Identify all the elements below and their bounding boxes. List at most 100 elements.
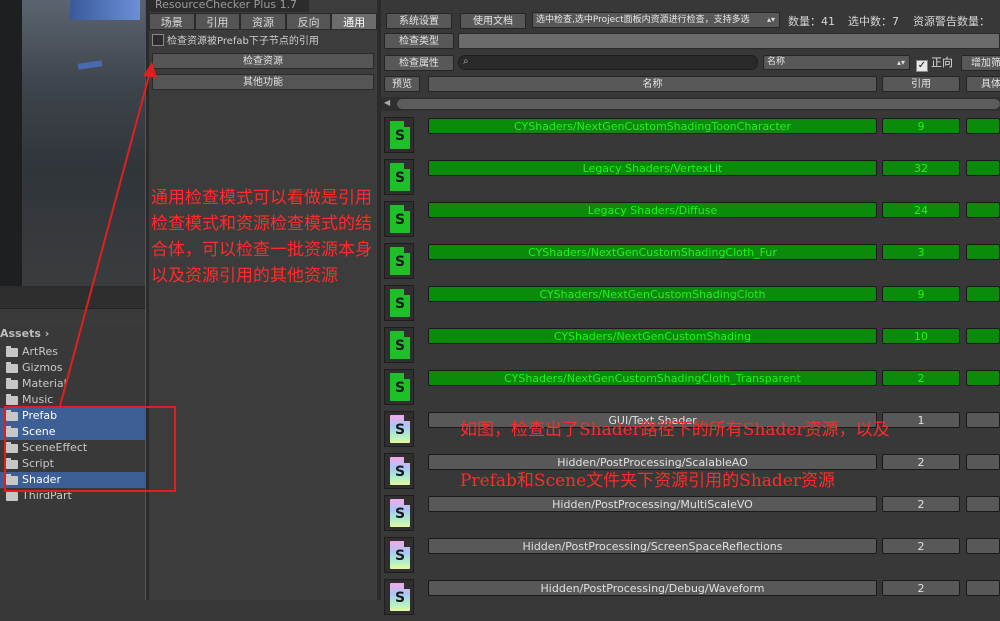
selected-count: 选中数：7 xyxy=(848,15,899,28)
reference-count-cell[interactable]: 1 xyxy=(882,412,960,428)
reference-count-cell[interactable]: 9 xyxy=(882,118,960,134)
detail-cell[interactable] xyxy=(966,202,1000,218)
shader-preview[interactable] xyxy=(384,369,414,405)
shader-preview[interactable] xyxy=(384,537,414,573)
sort-field-select[interactable]: 名称 ▴▾ xyxy=(763,55,910,70)
detail-cell[interactable] xyxy=(966,244,1000,260)
annotation-right-note-line2: Prefab和Scene文件夹下资源引用的Shader资源 xyxy=(460,471,835,491)
result-row[interactable]: Hidden/PostProcessing/ScreenSpaceReflect… xyxy=(381,537,1000,579)
check-type-button[interactable]: 检查类型 xyxy=(384,33,454,49)
horizontal-scrollbar[interactable] xyxy=(381,97,1000,111)
shader-name-cell[interactable]: CYShaders/NextGenCustomShadingCloth xyxy=(428,286,877,302)
column-header-name[interactable]: 名称 xyxy=(428,76,877,92)
window-title-tab[interactable]: ResourceChecker Plus 1.7 xyxy=(149,0,309,12)
result-row[interactable]: Hidden/PostProcessing/Debug/Waveform 2 xyxy=(381,579,1000,621)
result-row[interactable]: Hidden/PostProcessing/MultiScaleVO 2 xyxy=(381,495,1000,537)
scroll-left-arrow-icon[interactable]: ◀ xyxy=(384,98,390,107)
result-row[interactable]: CYShaders/NextGenCustomShadingToonCharac… xyxy=(381,117,1000,159)
result-row[interactable]: CYShaders/NextGenCustomShadingCloth 9 xyxy=(381,285,1000,327)
shader-preview[interactable] xyxy=(384,117,414,153)
mode-tab[interactable]: 资源 xyxy=(240,13,286,30)
shader-preview[interactable] xyxy=(384,327,414,363)
scene-view[interactable] xyxy=(0,0,145,288)
reference-count-cell[interactable]: 32 xyxy=(882,160,960,176)
shader-name-cell[interactable]: Hidden/PostProcessing/MultiScaleVO xyxy=(428,496,877,512)
reference-count-cell[interactable]: 24 xyxy=(882,202,960,218)
result-row[interactable]: Legacy Shaders/Diffuse 24 xyxy=(381,201,1000,243)
detail-cell[interactable] xyxy=(966,412,1000,428)
shader-preview[interactable] xyxy=(384,285,414,321)
shader-preview[interactable] xyxy=(384,579,414,615)
shader-name-cell[interactable]: CYShaders/NextGenCustomShadingToonCharac… xyxy=(428,118,877,134)
shader-name-cell[interactable]: CYShaders/NextGenCustomShadingCloth_Fur xyxy=(428,244,877,260)
checkbox-box[interactable] xyxy=(916,60,928,72)
folder-item[interactable]: Gizmos xyxy=(0,360,145,376)
reference-count-cell[interactable]: 3 xyxy=(882,244,960,260)
detail-cell[interactable] xyxy=(966,370,1000,386)
assets-breadcrumb[interactable]: Assets › xyxy=(0,326,49,342)
shader-name-cell[interactable]: Hidden/PostProcessing/Debug/Waveform xyxy=(428,580,877,596)
other-functions-button[interactable]: 其他功能 xyxy=(152,74,374,90)
column-header-extra[interactable]: 具体 xyxy=(966,76,1000,92)
reference-count-cell[interactable]: 2 xyxy=(882,496,960,512)
shader-name-cell[interactable]: Legacy Shaders/Diffuse xyxy=(428,202,877,218)
mode-tab[interactable]: 引用 xyxy=(194,13,241,30)
column-header-reference[interactable]: 引用 xyxy=(882,76,960,92)
scene-light-object xyxy=(70,0,140,20)
result-row[interactable]: CYShaders/NextGenCustomShadingCloth_Tran… xyxy=(381,369,1000,411)
detail-cell[interactable] xyxy=(966,580,1000,596)
result-row[interactable]: CYShaders/NextGenCustomShading 10 xyxy=(381,327,1000,369)
mode-tab[interactable]: 反向 xyxy=(285,13,332,30)
reference-count-cell[interactable]: 2 xyxy=(882,538,960,554)
shader-preview[interactable] xyxy=(384,201,414,237)
check-property-button[interactable]: 检查属性 xyxy=(384,55,454,71)
shader-preview[interactable] xyxy=(384,243,414,279)
mode-tab[interactable]: 通用 xyxy=(331,13,377,30)
detail-cell[interactable] xyxy=(966,328,1000,344)
detail-cell[interactable] xyxy=(966,496,1000,512)
check-type-bar[interactable] xyxy=(458,33,1000,49)
system-settings-button[interactable]: 系统设置 xyxy=(386,13,452,29)
result-row[interactable]: Legacy Shaders/VertexLit 32 xyxy=(381,159,1000,201)
shader-file-icon xyxy=(390,163,410,191)
warning-count: 资源警告数量： xyxy=(913,15,990,28)
shader-preview[interactable] xyxy=(384,495,414,531)
shader-name-cell[interactable]: Hidden/PostProcessing/ScreenSpaceReflect… xyxy=(428,538,877,554)
shader-preview[interactable] xyxy=(384,411,414,447)
detail-cell[interactable] xyxy=(966,454,1000,470)
shader-name-cell[interactable]: Hidden/PostProcessing/ScalableAO xyxy=(428,454,877,470)
checkbox-box[interactable] xyxy=(152,34,164,46)
detail-cell[interactable] xyxy=(966,538,1000,554)
folder-icon xyxy=(6,346,18,357)
checkbox-label: 检查资源被Prefab下子节点的引用 xyxy=(167,36,319,47)
shader-name-cell[interactable]: Legacy Shaders/VertexLit xyxy=(428,160,877,176)
shader-name-cell[interactable]: CYShaders/NextGenCustomShadingCloth_Tran… xyxy=(428,370,877,386)
detail-cell[interactable] xyxy=(966,286,1000,302)
check-resources-button[interactable]: 检查资源 xyxy=(152,53,374,69)
reference-count-cell[interactable]: 2 xyxy=(882,580,960,596)
reference-count-cell[interactable]: 9 xyxy=(882,286,960,302)
detail-cell[interactable] xyxy=(966,118,1000,134)
folder-item[interactable]: ArtRes xyxy=(0,344,145,360)
reference-count-cell[interactable]: 10 xyxy=(882,328,960,344)
scrollbar-thumb[interactable] xyxy=(397,99,1000,109)
reference-count-cell[interactable]: 2 xyxy=(882,370,960,386)
check-scope-select[interactable]: 选中检查,选中Project面板内资源进行检查，支持多选 ▴▾ xyxy=(532,12,780,28)
folder-item[interactable]: Material xyxy=(0,376,145,392)
project-tab-bar xyxy=(0,308,145,324)
shader-name-cell[interactable]: CYShaders/NextGenCustomShading xyxy=(428,328,877,344)
forward-order-checkbox[interactable]: 正向 xyxy=(916,55,953,72)
shader-preview[interactable] xyxy=(384,159,414,195)
reference-count-cell[interactable]: 2 xyxy=(882,454,960,470)
search-input[interactable] xyxy=(458,55,758,70)
mode-tab[interactable]: 场景 xyxy=(149,13,195,30)
add-filter-button[interactable]: 增加筛 xyxy=(961,55,1000,71)
prefab-child-reference-checkbox[interactable]: 检查资源被Prefab下子节点的引用 xyxy=(152,34,376,48)
folder-label: Material xyxy=(22,377,67,390)
detail-cell[interactable] xyxy=(966,160,1000,176)
column-header-preview[interactable]: 预览 xyxy=(384,76,420,92)
docs-button[interactable]: 使用文档 xyxy=(460,13,526,29)
result-row[interactable]: CYShaders/NextGenCustomShadingCloth_Fur 3 xyxy=(381,243,1000,285)
shader-preview[interactable] xyxy=(384,453,414,489)
scene-viewport xyxy=(22,0,145,286)
